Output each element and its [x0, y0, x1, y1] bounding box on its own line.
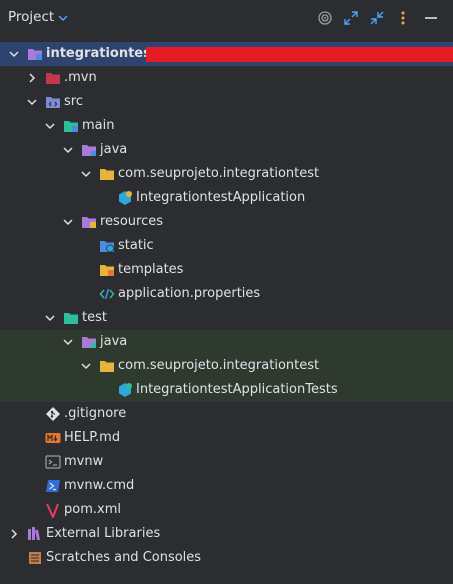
package-folder-icon: [100, 361, 114, 372]
powershell-icon: [46, 480, 60, 492]
test-folder-icon: [64, 313, 78, 324]
markdown-icon: [45, 433, 61, 443]
tree-row-application-class[interactable]: IntegrationtestApplication: [0, 186, 453, 210]
tree-row-help-md[interactable]: HELP.md: [0, 426, 453, 450]
test-source-root-icon: [82, 337, 96, 348]
shell-script-icon: [45, 455, 61, 469]
tree-row-mvnw-cmd[interactable]: mvnw.cmd: [0, 474, 453, 498]
tree-row-label: main: [82, 118, 115, 133]
tree-row-label: HELP.md: [64, 430, 121, 445]
tree-row-label: test: [82, 310, 107, 325]
chevron-down-icon[interactable]: [80, 360, 92, 372]
tree-row-label: java: [100, 334, 128, 349]
module-folder-icon: [64, 121, 78, 132]
tree-row-label: External Libraries: [46, 526, 161, 541]
tree-row-static[interactable]: static: [0, 234, 453, 258]
chevron-right-icon[interactable]: [8, 528, 20, 540]
tree-row-src[interactable]: src: [0, 90, 453, 114]
tree-row-label: java: [100, 142, 128, 157]
chevron-down-icon[interactable]: [62, 216, 74, 228]
chevron-right-icon[interactable]: [26, 72, 38, 84]
scratches-icon: [29, 552, 41, 564]
test-class-icon: [119, 383, 132, 397]
tree-row-test-java[interactable]: java: [0, 330, 453, 354]
locate-icon[interactable]: [317, 10, 333, 26]
tree-row-label: com.seuprojeto.integrationtest: [118, 358, 320, 373]
tree-row-label: com.seuprojeto.integrationtest: [118, 166, 320, 181]
tree-row-label: Scratches and Consoles: [46, 550, 202, 565]
source-folder-icon: [46, 97, 60, 108]
folder-icon: [46, 73, 60, 84]
tree-row-mvn[interactable]: .mvn: [0, 66, 453, 90]
tree-row-label: .gitignore: [64, 406, 127, 421]
tree-row-resources[interactable]: resources: [0, 210, 453, 234]
chevron-down-icon[interactable]: [26, 96, 38, 108]
tree-row-label: src: [64, 94, 83, 109]
chevron-down-icon[interactable]: [62, 144, 74, 156]
properties-file-icon: [99, 288, 115, 300]
source-root-icon: [82, 145, 96, 156]
tree-row-scratches[interactable]: Scratches and Consoles: [0, 546, 453, 570]
tree-row-label: resources: [100, 214, 164, 229]
package-folder-icon: [100, 169, 114, 180]
tree-row-label: application.properties: [118, 286, 261, 301]
tree-row-test[interactable]: test: [0, 306, 453, 330]
chevron-down-icon[interactable]: [57, 12, 69, 24]
git-icon: [46, 407, 60, 421]
chevron-down-icon[interactable]: [44, 312, 56, 324]
chevron-down-icon[interactable]: [80, 168, 92, 180]
tree-row-integrationtest[interactable]: integrationtest: [0, 42, 453, 66]
tree-row-label: integrationtest: [46, 46, 158, 61]
hide-panel-icon[interactable]: [423, 10, 439, 26]
tree-row-gitignore[interactable]: .gitignore: [0, 402, 453, 426]
resources-folder-icon: [82, 217, 96, 228]
tree-row-label: templates: [118, 262, 184, 277]
tree-row-mvnw[interactable]: mvnw: [0, 450, 453, 474]
options-icon[interactable]: [395, 10, 411, 26]
tree-row-label: .mvn: [64, 70, 97, 85]
library-icon: [28, 527, 41, 541]
panel-title[interactable]: Project: [8, 9, 54, 25]
web-folder-icon: [100, 241, 114, 253]
tree-row-main[interactable]: main: [0, 114, 453, 138]
tree-row-label: pom.xml: [64, 502, 121, 517]
tree-row-label: mvnw: [64, 454, 104, 469]
tree-row-label: static: [118, 238, 154, 253]
chevron-down-icon[interactable]: [44, 120, 56, 132]
tree-row-external-libraries[interactable]: External Libraries: [0, 522, 453, 546]
chevron-down-icon[interactable]: [8, 48, 20, 60]
maven-icon: [46, 503, 59, 518]
redaction-bar: [146, 47, 453, 62]
tree-row-package[interactable]: com.seuprojeto.integrationtest: [0, 162, 453, 186]
tree-row-pom-xml[interactable]: pom.xml: [0, 498, 453, 522]
panel-header: Project: [0, 0, 453, 36]
chevron-down-icon[interactable]: [62, 336, 74, 348]
module-folder-icon: [28, 49, 42, 60]
expand-all-icon[interactable]: [343, 10, 359, 26]
collapse-all-icon[interactable]: [369, 10, 385, 26]
folder-icon: [100, 265, 114, 276]
tree-row-label: IntegrationtestApplicationTests: [136, 382, 338, 397]
tree-row-test-class[interactable]: IntegrationtestApplicationTests: [0, 378, 453, 402]
tree-row-test-package[interactable]: com.seuprojeto.integrationtest: [0, 354, 453, 378]
tree-row-application-properties[interactable]: application.properties: [0, 282, 453, 306]
spring-class-icon: [119, 191, 132, 205]
tree-row-label: mvnw.cmd: [64, 478, 135, 493]
tree-row-templates[interactable]: templates: [0, 258, 453, 282]
tree-row-java[interactable]: java: [0, 138, 453, 162]
tree-row-label: IntegrationtestApplication: [136, 190, 306, 205]
